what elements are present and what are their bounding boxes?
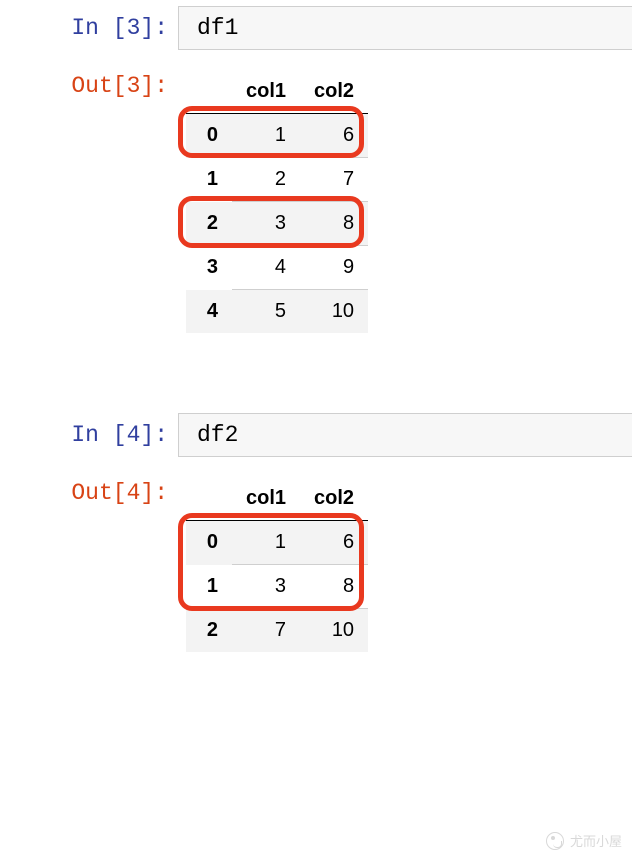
table-cell: 10 [300,609,368,653]
table-cell: 4 [232,246,300,290]
table-cell: 3 [232,565,300,609]
row-index: 4 [186,290,232,334]
table-cell: 8 [300,202,368,246]
prompt-out: Out[3]: [0,64,178,108]
row-index: 1 [186,158,232,202]
table-cell: 3 [232,202,300,246]
table-cell: 1 [232,521,300,565]
row-index: 0 [186,521,232,565]
row-index: 0 [186,114,232,158]
table-row: 1 2 7 [186,158,368,202]
prompt-in: In [3]: [0,6,178,50]
table-cell: 1 [232,114,300,158]
output-area: col1 col2 0 1 6 1 2 7 [178,64,632,343]
table-cell: 10 [300,290,368,334]
row-index: 1 [186,565,232,609]
code-cell[interactable]: df2 [178,413,632,457]
dataframe-table: col1 col2 0 1 6 1 2 7 [186,70,368,333]
output-area: col1 col2 0 1 6 1 3 8 [178,471,632,662]
column-header: col1 [232,70,300,114]
table-row: 3 4 9 [186,246,368,290]
row-index: 3 [186,246,232,290]
table-row: 4 5 10 [186,290,368,334]
table-cell: 2 [232,158,300,202]
code-cell[interactable]: df1 [178,6,632,50]
prompt-out: Out[4]: [0,471,178,515]
table-row: 2 3 8 [186,202,368,246]
table-row: 1 3 8 [186,565,368,609]
table-cell: 7 [300,158,368,202]
dataframe-table-wrap: col1 col2 0 1 6 1 2 7 [186,70,368,333]
column-header: col2 [300,477,368,521]
column-header: col1 [232,477,300,521]
table-corner [186,70,232,114]
table-cell: 9 [300,246,368,290]
prompt-in: In [4]: [0,413,178,457]
column-header: col2 [300,70,368,114]
table-corner [186,477,232,521]
table-cell: 6 [300,114,368,158]
row-index: 2 [186,609,232,653]
watermark: 尤而小屋 [546,831,622,850]
table-cell: 5 [232,290,300,334]
table-row: 0 1 6 [186,521,368,565]
table-row: 2 7 10 [186,609,368,653]
table-row: 0 1 6 [186,114,368,158]
row-index: 2 [186,202,232,246]
table-cell: 8 [300,565,368,609]
wechat-icon [546,832,564,850]
watermark-text: 尤而小屋 [570,831,622,850]
table-cell: 6 [300,521,368,565]
dataframe-table: col1 col2 0 1 6 1 3 8 [186,477,368,652]
table-cell: 7 [232,609,300,653]
dataframe-table-wrap: col1 col2 0 1 6 1 3 8 [186,477,368,652]
